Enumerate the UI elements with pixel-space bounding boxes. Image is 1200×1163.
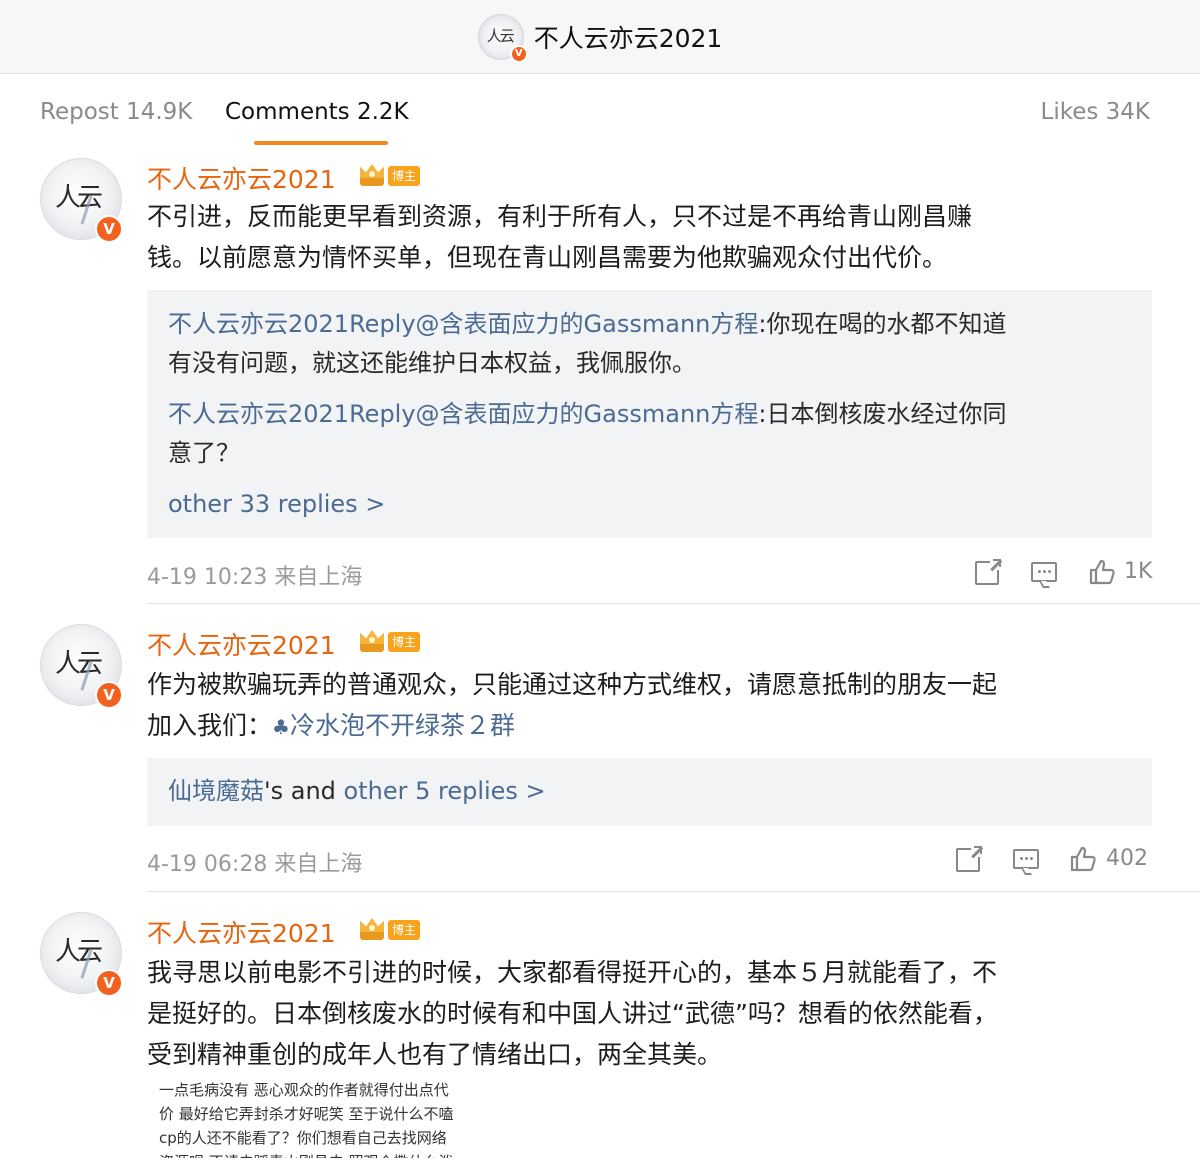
comment-meta: 4-19 06:28 来自上海: [147, 852, 363, 877]
comment-meta: 4-19 10:23 来自上海: [147, 565, 363, 590]
comment-text-line: 加入我们：♣冷水泡不开绿茶２群: [147, 705, 1147, 748]
verified-badge-icon: V: [509, 44, 528, 63]
reply-box: 不人云亦云2021Reply@含表面应力的Gassmann方程:你现在喝的水都不…: [147, 290, 1152, 538]
share-icon[interactable]: [956, 845, 983, 872]
crown-icon: [360, 164, 384, 186]
crown-icon: [360, 630, 384, 652]
reply-username[interactable]: 不人云亦云2021: [168, 310, 349, 338]
comment-text-line: 我寻思以前电影不引进的时候，大家都看得挺开心的，基本５月就能看了，不: [147, 958, 998, 987]
reply-username[interactable]: 不人云亦云2021: [168, 400, 349, 428]
crown-icon: [360, 918, 384, 940]
tab-bar: Repost 14.9K Comments 2.2K Likes 34K: [0, 74, 1200, 152]
attached-image[interactable]: 一点毛病没有 恶心观众的作者就得付出点代 价 最好给它弄封杀才好呢笑 至于说什么…: [147, 1078, 502, 1158]
blogger-badge: 博主: [388, 632, 421, 652]
group-icon: ♣: [272, 715, 290, 739]
share-icon[interactable]: [975, 558, 1002, 585]
reply-mention[interactable]: @含表面应力的Gassmann方程: [416, 310, 759, 338]
reply-username[interactable]: 仙境魔菇: [168, 777, 264, 805]
reply-box[interactable]: 仙境魔菇's and other 5 replies >: [147, 758, 1152, 826]
avatar[interactable]: 人云 V: [40, 912, 123, 997]
comment-text: 不引进，反而能更早看到资源，有利于所有人，只不过是不再给青山刚昌赚 钱。以前愿意…: [147, 196, 1147, 278]
blogger-badge: 博主: [388, 920, 421, 940]
reply-text: 意了？: [168, 439, 240, 467]
comment-item: 人云 V 不人云亦云2021 博主 不引进，反而能更早看到资源，有利于所有人，只…: [0, 152, 1200, 604]
tab-likes[interactable]: Likes 34K: [1041, 99, 1151, 125]
tab-comments[interactable]: Comments 2.2K: [225, 99, 409, 125]
page-title: 不人云亦云2021: [533, 23, 723, 53]
comment-text-line: 不引进，反而能更早看到资源，有利于所有人，只不过是不再给青山刚昌赚: [147, 202, 973, 231]
comment-text: 我寻思以前电影不引进的时候，大家都看得挺开心的，基本５月就能看了，不 是挺好的。…: [147, 952, 1147, 1075]
avatar[interactable]: 人云 V: [40, 158, 123, 243]
tab-repost[interactable]: Repost 14.9K: [40, 99, 192, 125]
comment-text: 作为被欺骗玩弄的普通观众，只能通过这种方式维权，请愿意抵制的朋友一起 加入我们：…: [147, 664, 1147, 748]
comment-text-prefix: 加入我们：: [147, 711, 273, 740]
comment-item: 人云 V 不人云亦云2021 博主 作为被欺骗玩弄的普通观众，只能通过这种方式维…: [0, 604, 1200, 892]
group-link-text: 冷水泡不开绿茶２群: [289, 711, 515, 740]
reply-word: Reply: [349, 310, 416, 338]
thumbs-up-icon[interactable]: [1088, 558, 1116, 586]
comment-username[interactable]: 不人云亦云2021: [147, 914, 336, 950]
reply-mention[interactable]: @含表面应力的Gassmann方程: [416, 400, 759, 428]
active-tab-indicator: [254, 141, 388, 145]
thumbs-up-icon[interactable]: [1069, 845, 1097, 873]
blogger-badge: 博主: [388, 166, 421, 186]
comment-item: 人云 V 不人云亦云2021 博主 我寻思以前电影不引进的时候，大家都看得挺开心…: [0, 892, 1200, 1163]
like-count: 402: [1106, 846, 1148, 871]
verified-badge-icon: V: [95, 681, 123, 709]
reply-word: Reply: [349, 400, 416, 428]
comment-icon[interactable]: [1031, 562, 1057, 588]
top-bar: 人云 V 不人云亦云2021: [0, 0, 1200, 74]
reply-summary-text: 's and: [264, 777, 344, 805]
attached-image-text: 价 最好给它弄封杀才好呢笑 至于说什么不嗑: [159, 1105, 454, 1123]
more-replies-link[interactable]: other 33 replies >: [168, 490, 385, 518]
reply-text: :日本倒核废水经过你同: [758, 400, 1007, 428]
like-count: 1K: [1124, 559, 1153, 584]
reply-item[interactable]: 不人云亦云2021Reply@含表面应力的Gassmann方程:你现在喝的水都不…: [168, 305, 1133, 383]
comment-username[interactable]: 不人云亦云2021: [147, 626, 336, 662]
comment-text-line: 是挺好的。日本倒核废水的时候有和中国人讲过“武德”吗？想看的依然能看，: [147, 999, 998, 1028]
avatar[interactable]: 人云 V: [40, 624, 123, 709]
attached-image-text: cp的人还不能看了？你们想看自己去找网络: [159, 1129, 447, 1147]
reply-text: :你现在喝的水都不知道: [758, 310, 1007, 338]
comment-text-line: 钱。以前愿意为情怀买单，但现在青山刚昌需要为他欺骗观众付出代价。: [147, 243, 948, 272]
reply-item[interactable]: 不人云亦云2021Reply@含表面应力的Gassmann方程:日本倒核废水经过…: [168, 395, 1133, 473]
header-avatar[interactable]: 人云 V: [477, 13, 528, 63]
attached-image-text: 一点毛病没有 恶心观众的作者就得付出点代: [159, 1081, 449, 1099]
comment-icon[interactable]: [1013, 849, 1039, 875]
comment-username[interactable]: 不人云亦云2021: [147, 160, 336, 196]
avatar-calligraphy-icon: 人云: [486, 26, 515, 45]
verified-badge-icon: V: [95, 215, 123, 243]
more-replies-link[interactable]: other 5 replies >: [344, 777, 546, 805]
group-link[interactable]: ♣冷水泡不开绿茶２群: [272, 711, 515, 740]
comment-text-line: 受到精神重创的成年人也有了情绪出口，两全其美。: [147, 1040, 723, 1069]
reply-summary[interactable]: 仙境魔菇's and other 5 replies >: [168, 772, 1133, 811]
attached-image-text: 资源呗 不请去踩青山刚昌去 照观众撒什么泼: [159, 1150, 454, 1158]
reply-text: 有没有问题，就这还能维护日本权益，我佩服你。: [168, 349, 696, 377]
comment-text-line: 作为被欺骗玩弄的普通观众，只能通过这种方式维权，请愿意抵制的朋友一起: [147, 670, 998, 699]
verified-badge-icon: V: [95, 969, 123, 997]
